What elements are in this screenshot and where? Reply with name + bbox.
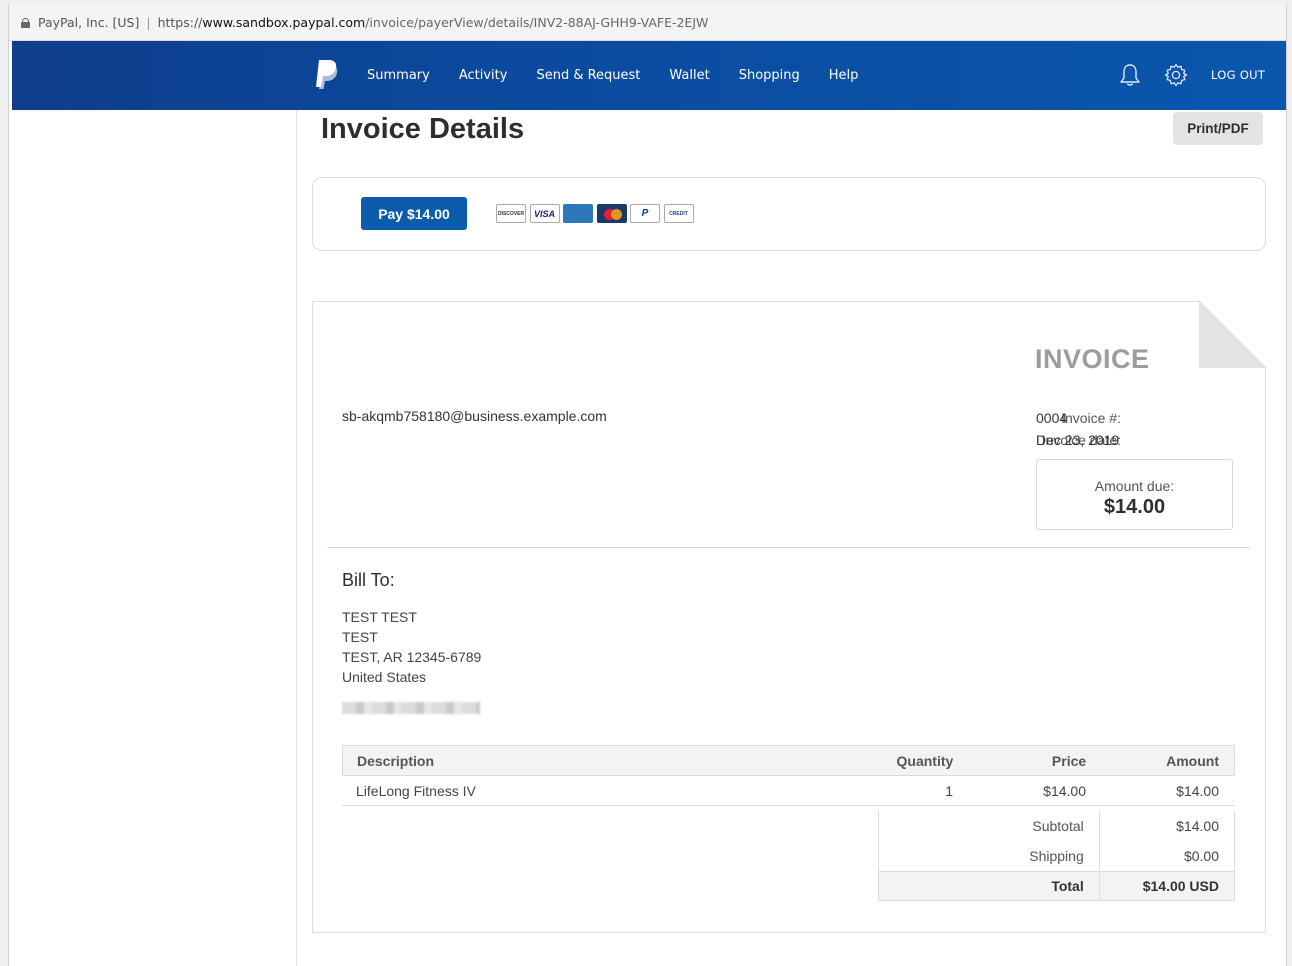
mastercard-icon: [596, 204, 627, 223]
col-amount: Amount: [1166, 752, 1219, 769]
paypal-credit-icon: CREDIT: [663, 204, 694, 223]
total-label: Total: [879, 872, 1100, 900]
amount-due-value: $14.00: [1103, 496, 1166, 518]
bill-to-line: TEST: [342, 629, 378, 645]
payment-panel: Pay $14.00 DISCOVER VISA P CREDIT: [312, 177, 1266, 251]
paypal-card-icon: P: [630, 204, 660, 223]
col-price: Price: [1051, 752, 1087, 769]
accepted-cards: DISCOVER VISA P CREDIT: [496, 204, 697, 223]
bell-icon[interactable]: [1119, 63, 1141, 87]
amount-due-box: Amount due: $14.00: [1036, 459, 1233, 530]
item-quantity: 1: [945, 782, 953, 799]
subtotal-row: Subtotal $14.00: [879, 811, 1234, 841]
invoice-number: 0004: [1036, 410, 1068, 426]
subtotal-label: Subtotal: [879, 811, 1100, 841]
top-navigation: Summary Activity Send & Request Wallet S…: [12, 41, 1286, 110]
section-divider: [327, 547, 1250, 548]
shipping-row: Shipping $0.00: [879, 841, 1234, 871]
redacted-contact: [342, 702, 480, 714]
discover-card-icon: DISCOVER: [496, 204, 526, 223]
amount-due-label: Amount due:: [1094, 478, 1175, 494]
total-value: $14.00 USD: [1142, 878, 1219, 894]
table-header: Description Quantity Price Amount: [342, 745, 1235, 776]
merchant-email: sb-akqmb758180@business.example.com: [342, 408, 607, 424]
url-host: www.sandbox.paypal.com: [202, 15, 366, 30]
amex-card-icon: [563, 204, 593, 223]
invoice-meta-values: 0004 Dec 23, 2019: [1036, 407, 1119, 451]
lock-icon: [21, 17, 30, 28]
invoice-heading: INVOICE: [1035, 344, 1150, 374]
nav-shopping[interactable]: Shopping: [739, 68, 800, 83]
invoice-sheet: INVOICE sb-akqmb758180@business.example.…: [312, 300, 1267, 933]
nav-links: Summary Activity Send & Request Wallet S…: [367, 41, 887, 110]
gear-icon[interactable]: [1164, 63, 1188, 87]
url-protocol: https://: [157, 15, 203, 30]
bill-to-address: TEST TEST TEST TEST, AR 12345-6789 Unite…: [342, 607, 481, 687]
pay-button[interactable]: Pay $14.00: [361, 197, 467, 230]
bill-to-line: United States: [342, 669, 427, 685]
nav-summary[interactable]: Summary: [367, 68, 430, 83]
bill-to-line: TEST, AR 12345-6789: [342, 649, 482, 665]
table-row: LifeLong Fitness IV 1 $14.00 $14.00: [342, 776, 1235, 806]
nav-activity[interactable]: Activity: [459, 68, 508, 83]
page-title: Invoice Details: [321, 113, 525, 145]
subtotal-value: $14.00: [1176, 818, 1219, 834]
invoice-date: Dec 23, 2019: [1036, 432, 1120, 448]
col-description: Description: [357, 752, 435, 769]
shipping-label: Shipping: [879, 841, 1100, 871]
nav-wallet[interactable]: Wallet: [669, 68, 709, 83]
print-pdf-button[interactable]: Print/PDF: [1173, 112, 1263, 145]
paypal-logo-icon[interactable]: [313, 58, 339, 90]
bill-to-heading: Bill To:: [342, 570, 395, 590]
item-amount: $14.00: [1176, 782, 1219, 799]
items-table: Description Quantity Price Amount LifeLo…: [342, 745, 1235, 806]
total-row: Total $14.00 USD: [879, 871, 1234, 901]
browser-window: PayPal, Inc. [US] | https://www.sandbox.…: [8, 5, 1287, 966]
visa-card-icon: VISA: [529, 204, 560, 223]
logout-link[interactable]: LOG OUT: [1211, 68, 1265, 82]
item-price: $14.00: [1043, 782, 1086, 799]
site-identity: PayPal, Inc. [US]: [38, 15, 140, 30]
address-bar[interactable]: PayPal, Inc. [US] | https://www.sandbox.…: [9, 5, 1286, 41]
totals-block: Subtotal $14.00 Shipping $0.00 Total $14…: [878, 811, 1235, 901]
address-separator: |: [146, 15, 151, 30]
content-divider: [296, 110, 297, 966]
bill-to-line: TEST TEST: [342, 609, 417, 625]
item-description: LifeLong Fitness IV: [356, 782, 476, 799]
nav-send-request[interactable]: Send & Request: [536, 68, 640, 83]
page-fold-corner: [1199, 300, 1267, 368]
shipping-value: $0.00: [1183, 848, 1219, 864]
col-quantity: Quantity: [896, 752, 954, 769]
nav-help[interactable]: Help: [829, 68, 859, 83]
url-path: /invoice/payerView/details/INV2-88AJ-GHH…: [365, 15, 709, 30]
